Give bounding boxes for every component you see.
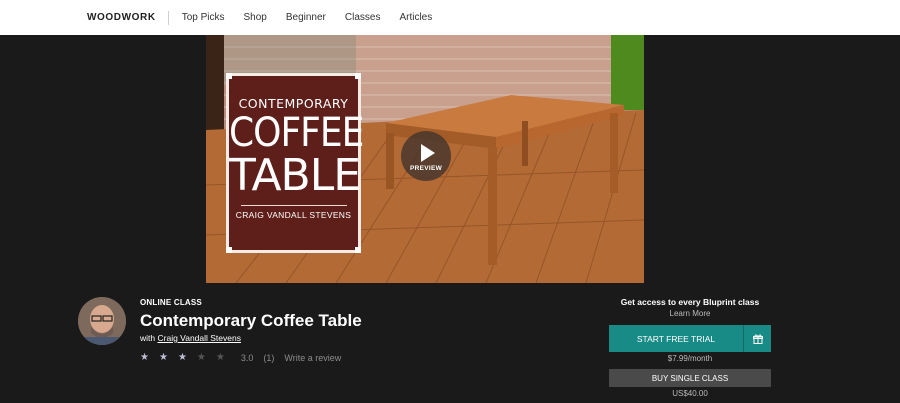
access-headline: Get access to every Bluprint class <box>620 297 760 307</box>
start-free-trial-button[interactable]: START FREE TRIAL <box>609 325 771 352</box>
rating-row: ★ ★ ★ ★ ★ 3.0 (1) Write a review <box>140 353 351 364</box>
card-corner <box>355 247 361 253</box>
course-title-card: CONTEMPORARY COFFEE TABLE CRAIG VANDALL … <box>226 73 364 253</box>
star-full-icon: ★ <box>140 352 149 363</box>
trial-label: START FREE TRIAL <box>636 333 716 344</box>
instructor-byline: with Craig Vandall Stevens <box>140 333 241 343</box>
write-review-link[interactable]: Write a review <box>284 353 341 363</box>
avatar-image <box>78 297 126 345</box>
hero-preview[interactable]: CONTEMPORARY COFFEE TABLE CRAIG VANDALL … <box>206 35 644 283</box>
buy-single-class-button[interactable]: BUY SINGLE CLASS <box>609 369 771 387</box>
nav-item-classes[interactable]: Classes <box>345 12 381 23</box>
card-corner <box>355 73 361 79</box>
trial-price: $7.99/month <box>667 354 713 363</box>
nav-item-articles[interactable]: Articles <box>399 12 432 23</box>
card-divider <box>240 205 347 206</box>
brand-logo[interactable]: WOODWORK <box>87 10 169 25</box>
preview-play-button[interactable]: PREVIEW <box>401 131 451 181</box>
review-count: (1) <box>263 353 275 363</box>
play-icon <box>421 144 435 162</box>
card-author: CRAIG VANDALL STEVENS <box>235 210 352 220</box>
card-corner <box>226 247 232 253</box>
gift-button[interactable] <box>743 325 771 352</box>
top-nav: WOODWORK Top Picks Shop Beginner Classes… <box>0 0 900 35</box>
course-title: Contemporary Coffee Table <box>140 311 362 330</box>
byline-prefix: with <box>140 333 156 343</box>
nav-item-shop[interactable]: Shop <box>243 12 266 23</box>
class-type-label: ONLINE CLASS <box>140 298 202 307</box>
star-full-icon: ★ <box>158 352 168 363</box>
star-empty-icon: ★ <box>196 352 206 363</box>
card-title-line3: TABLE <box>229 150 361 201</box>
star-full-icon: ★ <box>177 352 187 363</box>
nav-item-beginner[interactable]: Beginner <box>286 12 326 23</box>
learn-more-link[interactable]: Learn More <box>609 309 771 318</box>
card-title-line1: CONTEMPORARY <box>238 96 349 111</box>
instructor-avatar[interactable] <box>78 297 126 345</box>
instructor-link[interactable]: Craig Vandall Stevens <box>158 333 241 343</box>
nav-items: Top Picks Shop Beginner Classes Articles <box>182 12 452 23</box>
gift-icon <box>752 334 763 344</box>
rating-value: 3.0 <box>240 353 254 363</box>
single-class-price: US$40.00 <box>672 389 708 398</box>
card-title-line2: COFFEE <box>229 110 364 156</box>
nav-item-top-picks[interactable]: Top Picks <box>182 12 225 23</box>
preview-label: PREVIEW <box>409 165 443 172</box>
star-rating: ★ ★ ★ ★ ★ <box>140 353 235 363</box>
star-empty-icon: ★ <box>215 352 225 363</box>
card-corner <box>226 73 232 79</box>
